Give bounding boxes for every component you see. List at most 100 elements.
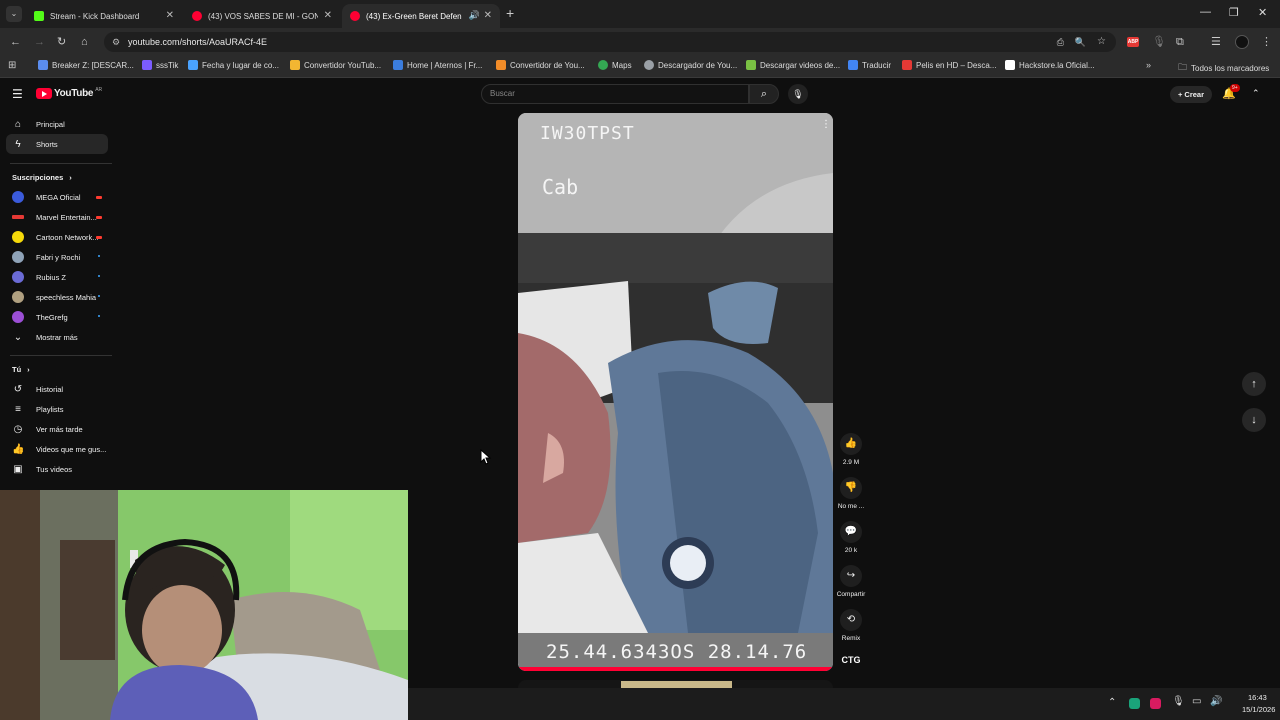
- back-icon[interactable]: ←: [10, 35, 21, 49]
- subscription-item[interactable]: Fabri y Rochi: [0, 247, 110, 267]
- video-more-options-icon[interactable]: ⋮: [821, 119, 831, 130]
- channel-avatar[interactable]: CTG: [840, 655, 862, 669]
- share-button[interactable]: ↪: [840, 565, 862, 587]
- notification-count-badge: 9+: [1230, 84, 1240, 92]
- browser-tab[interactable]: Stream - Kick Dashboard ✕: [26, 4, 182, 28]
- subscription-item[interactable]: speechless Mahia: [0, 287, 110, 307]
- previous-short-button[interactable]: ↑: [1242, 372, 1266, 396]
- account-avatar[interactable]: ⌃: [1252, 88, 1260, 99]
- tab-search-dropdown[interactable]: ⌄: [6, 6, 22, 22]
- media-controls-icon[interactable]: ☰: [1211, 35, 1221, 49]
- clock-icon: ◷: [13, 423, 23, 435]
- close-tab-icon[interactable]: ✕: [484, 10, 492, 21]
- bookmark-item[interactable]: Fecha y lugar de co...: [188, 60, 279, 70]
- sidebar-item-shorts[interactable]: ϟ Shorts: [6, 134, 108, 154]
- you-header[interactable]: Tú ›: [0, 359, 110, 379]
- apps-grid-icon[interactable]: ⊞: [8, 60, 16, 71]
- history-icon: ↺: [13, 383, 23, 395]
- shorts-video-player[interactable]: IW30TPST Cab 25.44.6343OS 28.14.76 ⋮: [518, 113, 833, 671]
- mic-extension-icon[interactable]: 🎙: [1152, 35, 1166, 49]
- hamburger-menu-icon[interactable]: ☰: [12, 87, 23, 101]
- bookmark-item[interactable]: Pelis en HD – Desca...: [902, 60, 996, 70]
- search-icon[interactable]: ⌕: [749, 84, 779, 104]
- bookmark-star-icon[interactable]: ☆: [1097, 32, 1106, 52]
- extensions-icon[interactable]: ⧉: [1176, 35, 1184, 49]
- clock-date[interactable]: 15/1/2026: [1242, 705, 1275, 714]
- bookmark-item[interactable]: sssTik: [142, 60, 178, 70]
- bookmarks-bar: ⊞ Breaker Z: [DESCAR... sssTik Fecha y l…: [0, 56, 1280, 78]
- subscription-item[interactable]: Rubius Z: [0, 267, 110, 287]
- sidebar-item-playlists[interactable]: ≡ Playlists: [0, 399, 110, 419]
- comment-count: 20 k: [844, 547, 858, 554]
- bookmark-favicon-icon: [746, 60, 756, 70]
- bookmark-item[interactable]: Traducir: [848, 60, 891, 70]
- bookmark-favicon-icon: [1005, 60, 1015, 70]
- all-bookmarks-folder[interactable]: 🗀 Todos los marcadores: [1178, 60, 1269, 76]
- search-input[interactable]: Buscar: [481, 84, 749, 104]
- bookmark-item[interactable]: Descargar videos de...: [746, 60, 840, 70]
- bookmark-item[interactable]: Maps: [598, 60, 632, 70]
- show-hidden-icons-icon[interactable]: ⌃: [1108, 697, 1116, 708]
- sidebar-item-historial[interactable]: ↺ Historial: [0, 379, 110, 399]
- tray-app-icon[interactable]: [1150, 698, 1161, 709]
- minimize-icon[interactable]: —: [1200, 6, 1211, 18]
- zoom-icon[interactable]: 🔍: [1075, 32, 1086, 52]
- subscription-item[interactable]: TheGrefg: [0, 307, 110, 327]
- home-icon: ⌂: [14, 118, 22, 130]
- channel-avatar: [12, 191, 24, 203]
- address-bar[interactable]: ⚙ youtube.com/shorts/AoaURACf-4E ⎙ 🔍 ☆: [104, 32, 1116, 52]
- audio-playing-icon[interactable]: 🔊: [469, 10, 480, 21]
- comments-button[interactable]: 💬: [840, 521, 862, 543]
- webcam-overlay: [0, 490, 408, 720]
- bookmark-item[interactable]: Home | Aternos | Fr...: [393, 60, 482, 70]
- tab-title: (43) Ex-Green Beret Defend: [366, 11, 462, 21]
- bookmark-item[interactable]: Descargador de You...: [644, 60, 737, 70]
- tab-title: (43) VOS SABES DE MI - GONZ: [208, 11, 318, 21]
- browser-tab-active[interactable]: (43) Ex-Green Beret Defend 🔊 ✕: [342, 4, 500, 28]
- new-tab-icon[interactable]: +: [506, 5, 514, 21]
- bookmark-item[interactable]: Breaker Z: [DESCAR...: [38, 60, 134, 70]
- bookmark-item[interactable]: Convertidor de You...: [496, 60, 585, 70]
- sidebar-item-your-videos[interactable]: ▣ Tus videos: [0, 459, 110, 479]
- browser-menu-icon[interactable]: ⋮: [1261, 35, 1272, 49]
- clock-time[interactable]: 16:43: [1248, 693, 1267, 702]
- browser-tab[interactable]: (43) VOS SABES DE MI - GONZ ✕: [184, 4, 340, 28]
- install-app-icon[interactable]: ⎙: [1057, 32, 1064, 52]
- more-bookmarks-icon[interactable]: »: [1146, 60, 1151, 70]
- close-tab-icon[interactable]: ✕: [166, 10, 174, 21]
- tray-app-icon[interactable]: [1129, 698, 1140, 709]
- subscription-item[interactable]: Marvel Entertain...: [0, 207, 110, 227]
- close-tab-icon[interactable]: ✕: [324, 10, 332, 21]
- next-short-button[interactable]: ↓: [1242, 408, 1266, 432]
- dislike-button[interactable]: 👎: [840, 477, 862, 499]
- bookmark-favicon-icon: [848, 60, 858, 70]
- create-button[interactable]: + Crear: [1170, 86, 1212, 103]
- site-info-icon[interactable]: ⚙: [112, 32, 120, 52]
- volume-icon[interactable]: 🔊: [1210, 696, 1222, 707]
- subscription-item[interactable]: Cartoon Network...: [0, 227, 110, 247]
- forward-icon[interactable]: →: [34, 35, 45, 49]
- bookmark-item[interactable]: Convertidor YouTub...: [290, 60, 381, 70]
- like-icon: 👍: [12, 443, 25, 455]
- subscription-item[interactable]: MEGA Oficial: [0, 187, 110, 207]
- sidebar-item-liked-videos[interactable]: 👍 Videos que me gus...: [0, 439, 110, 459]
- adblock-extension-icon[interactable]: ABP: [1127, 37, 1139, 47]
- sidebar-item-principal[interactable]: ⌂ Principal: [0, 114, 110, 134]
- remix-button[interactable]: ⟲: [840, 609, 862, 631]
- voice-search-icon[interactable]: 🎙: [788, 84, 808, 104]
- youtube-logo[interactable]: YouTube AR: [36, 87, 102, 99]
- like-button[interactable]: 👍: [840, 433, 862, 455]
- microphone-icon[interactable]: 🎙: [1172, 696, 1185, 707]
- bookmark-item[interactable]: Hackstore.la Oficial...: [1005, 60, 1095, 70]
- show-more-button[interactable]: ⌄ Mostrar más: [0, 327, 110, 347]
- network-icon[interactable]: ▭: [1192, 696, 1201, 707]
- profile-avatar[interactable]: [1235, 35, 1249, 49]
- sidebar-item-watch-later[interactable]: ◷ Ver más tarde: [0, 419, 110, 439]
- subscriptions-header[interactable]: Suscripciones ›: [0, 167, 110, 187]
- sidebar-divider: [10, 355, 112, 356]
- restore-icon[interactable]: ❐: [1229, 6, 1239, 19]
- close-window-icon[interactable]: ✕: [1258, 6, 1267, 19]
- kick-favicon-icon: [34, 11, 44, 21]
- reload-icon[interactable]: ↻: [57, 35, 66, 49]
- home-browser-icon[interactable]: ⌂: [81, 35, 88, 49]
